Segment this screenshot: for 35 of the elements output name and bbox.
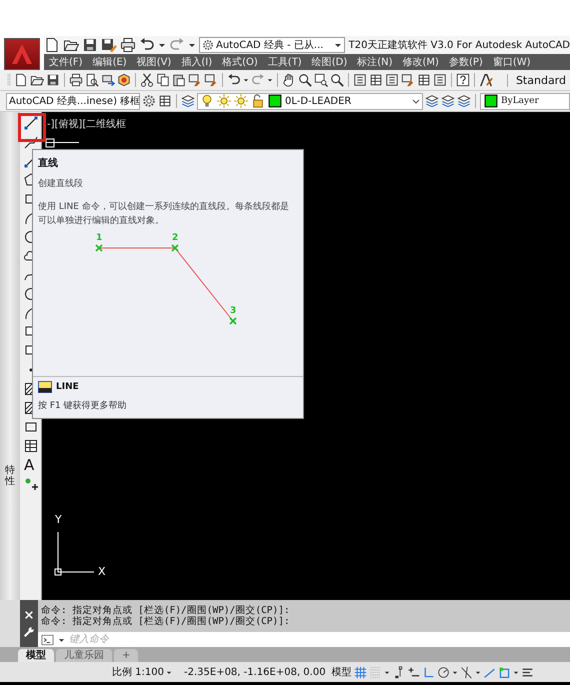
command-input[interactable]: 键入命令	[69, 634, 570, 645]
point-label: 2	[172, 233, 178, 243]
coordinates-readout: -2.35E+08, -1.16E+08, 0.00	[184, 666, 326, 678]
point-label: 3	[230, 306, 236, 316]
menu-item[interactable]: 插入(I)	[176, 55, 218, 69]
menu-item[interactable]: 绘图(D)	[306, 55, 352, 69]
menu-item[interactable]: 编辑(E)	[88, 55, 132, 69]
workspace-dropdown[interactable]: AutoCAD 经典 - 已从...	[199, 37, 345, 53]
menu-item[interactable]: 视图(V)	[132, 55, 176, 69]
menu-item[interactable]: 标注(N)	[352, 55, 398, 69]
axis-label: Y	[55, 513, 62, 526]
layout-tab[interactable]: 模型	[18, 649, 54, 662]
properties-palette-tab[interactable]: 特性	[0, 112, 20, 600]
command-history-line: 命令: 指定对角点或 [栏选(F)/圈围(WP)/圈交(CP)]:	[41, 616, 291, 627]
axis-label: X	[98, 565, 106, 578]
layout-tab[interactable]: 儿童乐园	[56, 649, 112, 662]
command-history-line: 命令: 指定对角点或 [栏选(F)/圈围(WP)/圈交(CP)]:	[41, 605, 291, 616]
menu-item[interactable]: 窗口(W)	[488, 55, 536, 69]
menu-item[interactable]: 工具(T)	[262, 55, 307, 69]
color-dropdown[interactable]: ByLayer	[480, 92, 570, 110]
new-layout-tab[interactable]: +	[114, 649, 138, 662]
menu-item[interactable]: 修改(M)	[398, 55, 444, 69]
menu-item[interactable]: 文件(F)	[44, 55, 88, 69]
window-title: T20天正建筑软件 V3.0 For Autodesk AutoCAD	[348, 38, 570, 52]
text-tool[interactable]: A	[23, 457, 34, 473]
model-space-toggle[interactable]: 模型	[332, 665, 352, 679]
workspace-dropdown[interactable]: AutoCAD 经典...inese) 移框	[6, 92, 140, 110]
menu-item[interactable]: 格式(O)	[217, 55, 263, 69]
command-name: LINE	[56, 382, 79, 392]
layer-dropdown[interactable]: 0L-D-LEADER	[197, 92, 423, 110]
text-style-dropdown[interactable]: Standard	[506, 74, 570, 86]
menu-item[interactable]: 参数(P)	[444, 55, 488, 69]
viewport-label[interactable]: -][俯视][二维线框	[47, 119, 126, 130]
scale-dropdown[interactable]: 比例 1:100	[112, 665, 164, 679]
point-label: 1	[96, 233, 102, 243]
